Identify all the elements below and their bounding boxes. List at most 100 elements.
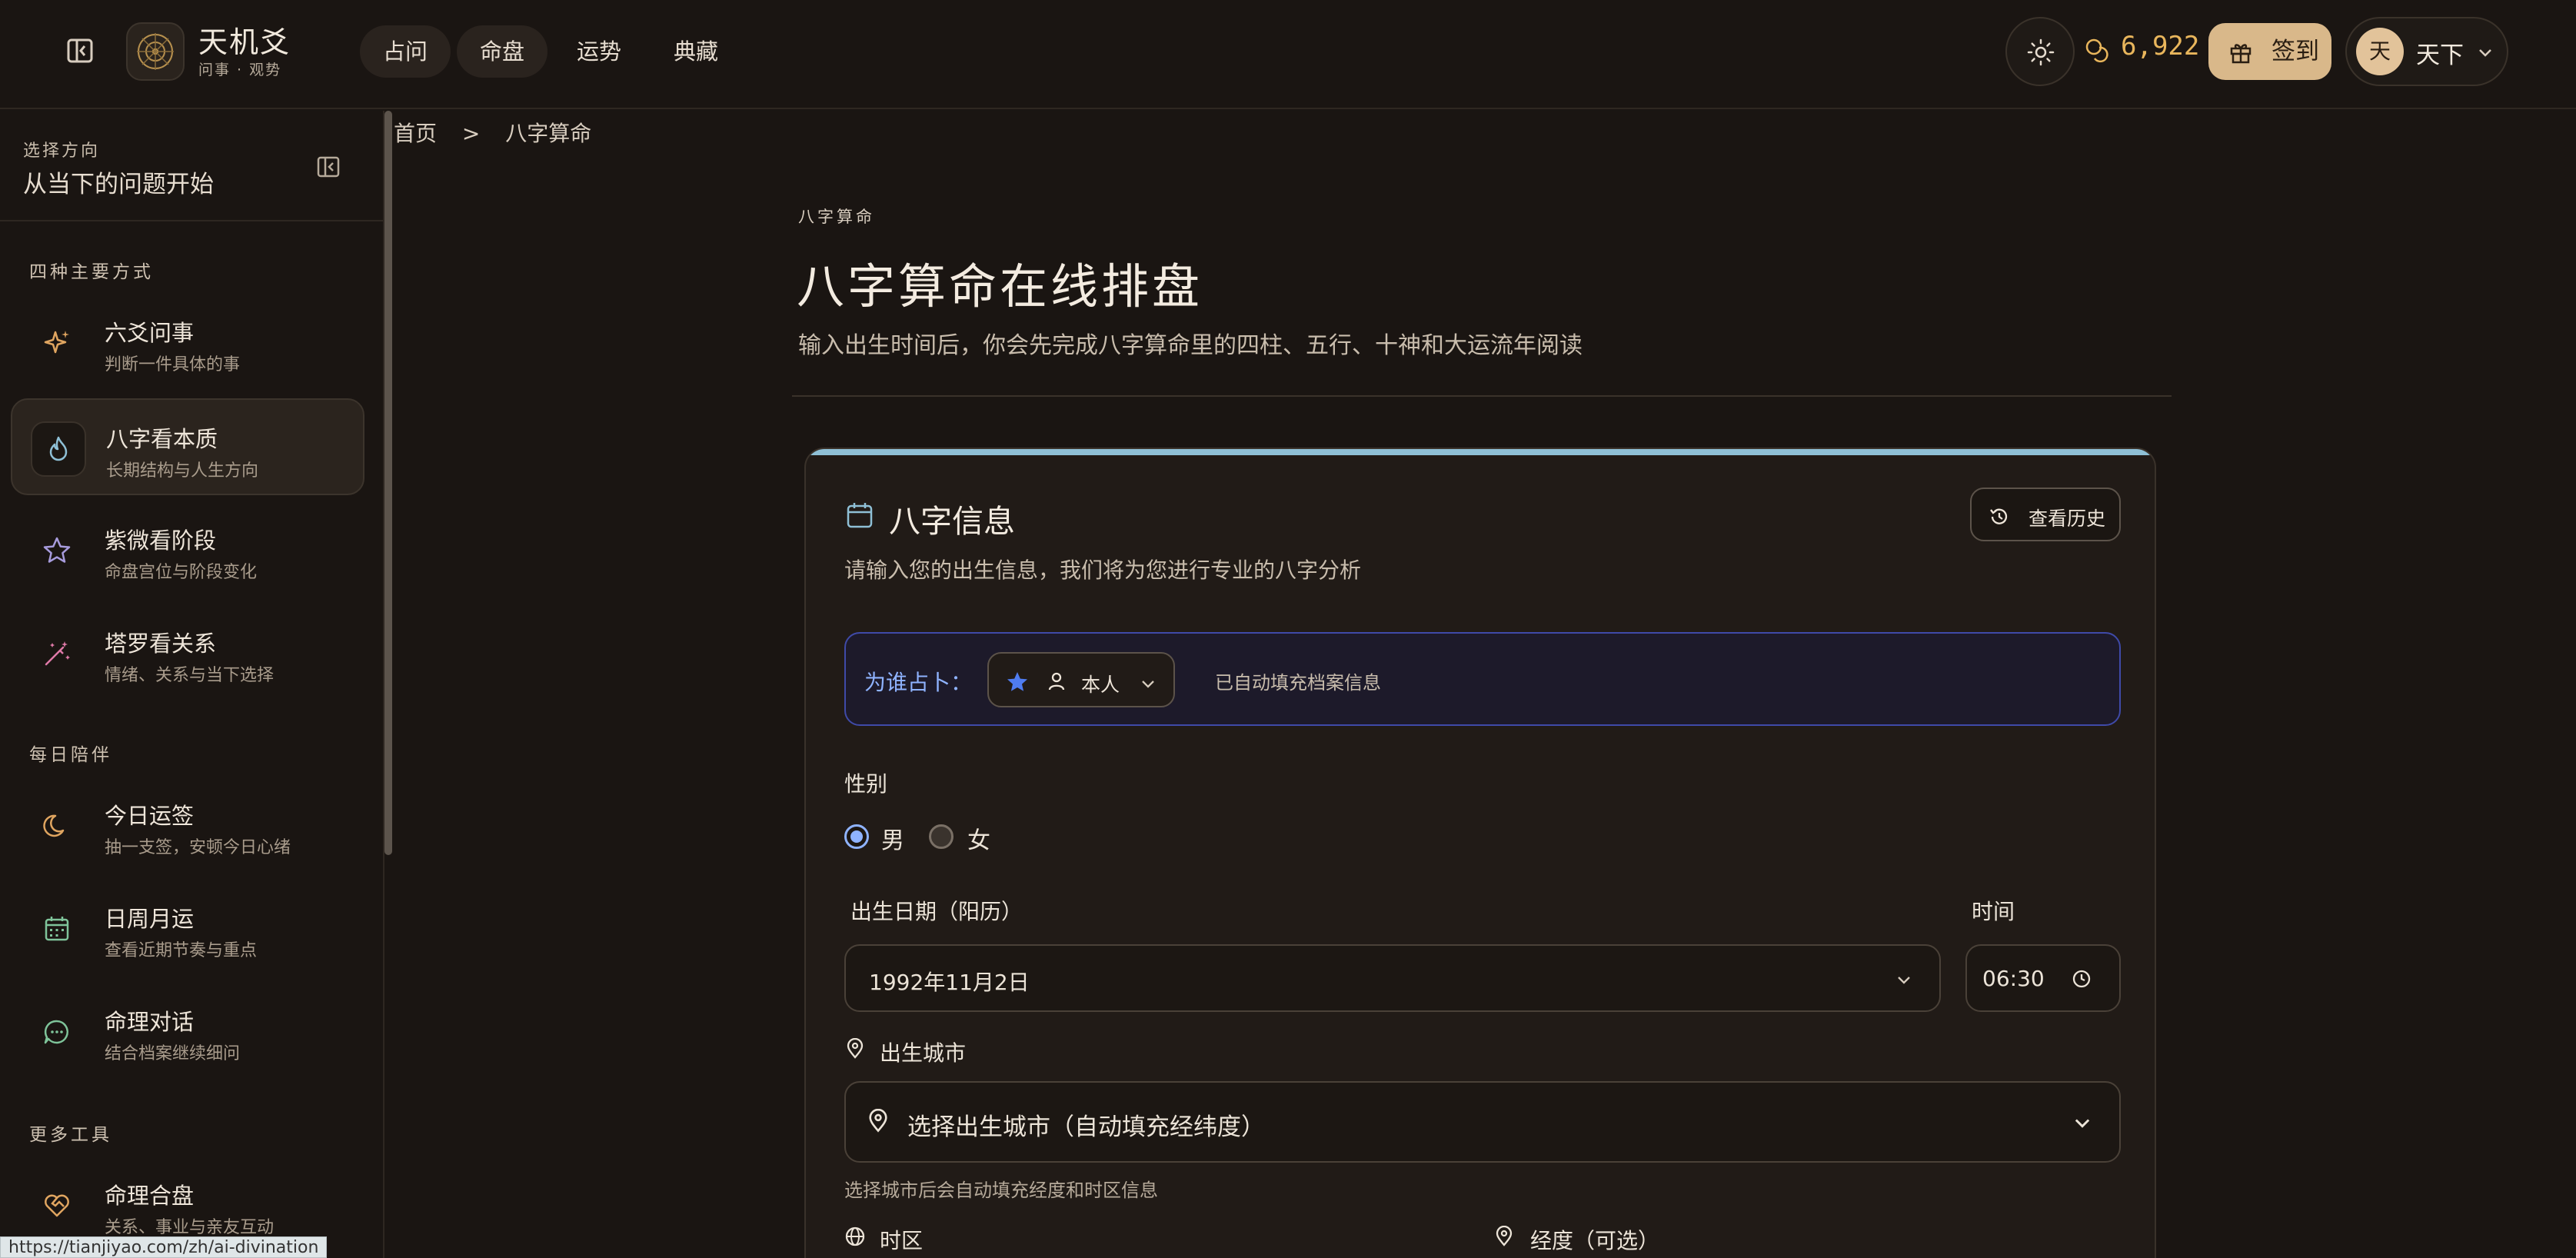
gender-male-label[interactable]: 男: [881, 821, 904, 855]
chevron-down-icon: [1142, 681, 1154, 688]
sidebar-item-subtitle: 情绪、关系与当下选择: [105, 666, 275, 685]
gender-male-radio[interactable]: [844, 824, 869, 849]
map-pin-icon: [869, 1109, 887, 1133]
birth-city-select[interactable]: 选择出生城市（自动填充经纬度）: [844, 1081, 2121, 1163]
clock-icon: [2072, 970, 2091, 988]
profile-select-value: 本人: [1081, 674, 1120, 696]
sparkle-icon: [44, 331, 69, 354]
main-nav: 占问 命盘 运势 典藏: [360, 25, 741, 78]
longitude-label: 经度（可选）: [1530, 1228, 1660, 1253]
sidebar-item-daily-fortune[interactable]: 今日运签 抽一支签，安顿今日心绪: [11, 777, 364, 874]
star-filled-icon: [1007, 672, 1027, 691]
sidebar-item-title: 命理合盘: [105, 1183, 195, 1209]
checkin-button[interactable]: 签到: [2208, 23, 2331, 80]
coin-balance: 6,922: [2121, 31, 2200, 62]
sidebar-section-more: 更多工具: [29, 1125, 112, 1145]
sidebar-item-chat[interactable]: 命理对话 结合档案继续细问: [11, 983, 364, 1080]
birth-city-placeholder: 选择出生城市（自动填充经纬度）: [907, 1113, 1265, 1141]
map-pin-icon: [1496, 1226, 1513, 1246]
status-bar-url: https://tianjiyao.com/zh/ai-divination: [0, 1236, 328, 1258]
avatar: 天: [2356, 28, 2404, 75]
sidebar-item-title: 紫微看阶段: [105, 527, 217, 554]
birth-city-hint: 选择城市后会自动填充经度和时区信息: [844, 1180, 1158, 1201]
checkin-label: 签到: [2271, 38, 2319, 65]
sidebar-item-title: 今日运签: [105, 803, 195, 829]
sidebar-item-subtitle: 长期结构与人生方向: [106, 461, 259, 481]
profile-select[interactable]: 本人: [987, 652, 1175, 707]
sidebar-collapse-icon[interactable]: [315, 154, 341, 180]
sidebar-item-title: 六爻问事: [105, 320, 195, 346]
nav-item-zhanwen[interactable]: 占问: [360, 25, 451, 78]
time-label: 时间: [1972, 899, 2015, 924]
card-description: 请输入您的出生信息，我们将为您进行专业的八字分析: [844, 557, 1362, 583]
sun-icon: [2027, 38, 2055, 66]
sidebar-item-period-fortune[interactable]: 日周月运 查看近期节奏与重点: [11, 880, 364, 977]
user-name: 天下: [2416, 42, 2464, 69]
birth-date-label: 出生日期（阳历）: [850, 899, 1023, 924]
sidebar-item-subtitle: 关系、事业与亲友互动: [105, 1218, 275, 1237]
sidebar-item-title: 命理对话: [105, 1009, 195, 1035]
birth-city-label: 出生城市: [880, 1040, 967, 1066]
sidebar: 选择方向 从当下的问题开始 四种主要方式 六爻问事 判断一件具体的事 八字看本质…: [0, 111, 384, 1258]
breadcrumb-current: 八字算命: [505, 121, 592, 146]
flame-icon: [49, 436, 68, 461]
moon-icon: [43, 814, 65, 837]
map-pin-icon: [847, 1038, 864, 1059]
app-logo[interactable]: [126, 22, 185, 81]
sidebar-item-bazi[interactable]: 八字看本质 长期结构与人生方向: [11, 398, 364, 495]
birth-time-input[interactable]: 06:30: [1965, 944, 2121, 1012]
sidebar-item-subtitle: 命盘宫位与阶段变化: [105, 563, 258, 582]
nav-item-diancang[interactable]: 典藏: [651, 25, 741, 78]
heart-handshake-icon: [45, 1194, 69, 1217]
page-description: 输入出生时间后，你会先完成八字算命里的四柱、五行、十神和大运流年阅读: [798, 332, 1583, 359]
history-icon: [1990, 508, 2008, 524]
user-menu-button[interactable]: 天 天下: [2345, 17, 2508, 86]
app-title: 天机爻: [198, 25, 291, 59]
top-bar: 天机爻 问事 · 观势 占问 命盘 运势 典藏 6,922 签到 天 天下: [0, 0, 2576, 109]
birth-time-value: 06:30: [1982, 966, 2045, 991]
sidebar-item-subtitle: 判断一件具体的事: [105, 355, 241, 374]
sidebar-item-title: 八字看本质: [106, 426, 218, 452]
calendar-icon: [45, 917, 69, 941]
page-kicker: 八字算命: [798, 208, 875, 226]
breadcrumb-home[interactable]: 首页: [394, 121, 437, 146]
sidebar-item-subtitle: 查看近期节奏与重点: [105, 941, 258, 960]
user-icon: [1048, 672, 1065, 691]
bazi-form-card: 八字信息 查看历史 请输入您的出生信息，我们将为您进行专业的八字分析 为谁占卜：…: [804, 448, 2156, 1258]
chevron-down-icon: [2479, 49, 2491, 57]
magic-wand-icon: [45, 641, 70, 666]
app-subtitle: 问事 · 观势: [198, 62, 282, 78]
nav-item-mingpan[interactable]: 命盘: [457, 25, 548, 78]
sidebar-item-tarot[interactable]: 塔罗看关系 情绪、关系与当下选择: [11, 604, 364, 701]
view-history-button[interactable]: 查看历史: [1970, 488, 2121, 541]
breadcrumb: 首页 > 八字算命: [394, 117, 610, 148]
gender-female-radio[interactable]: [929, 824, 954, 849]
coins-icon: [2085, 38, 2108, 63]
sidebar-item-title: 日周月运: [105, 906, 195, 932]
sidebar-kicker: 选择方向: [23, 141, 101, 161]
sidebar-item-subtitle: 抽一支签，安顿今日心绪: [105, 838, 291, 857]
sidebar-scrollbar[interactable]: [384, 111, 392, 855]
timezone-label: 时区: [880, 1228, 924, 1253]
sidebar-title: 从当下的问题开始: [23, 171, 214, 198]
compass-logo-icon: [137, 33, 174, 70]
card-title: 八字信息: [889, 503, 1015, 540]
nav-item-yunshi[interactable]: 运势: [554, 25, 644, 78]
globe-icon: [845, 1226, 865, 1246]
breadcrumb-separator: >: [461, 121, 481, 146]
gender-label: 性别: [844, 771, 888, 797]
sidebar-item-title: 塔罗看关系: [105, 631, 217, 657]
sidebar-item-liuyao[interactable]: 六爻问事 判断一件具体的事: [11, 294, 364, 391]
birth-date-select[interactable]: 1992年11月2日: [844, 944, 1941, 1012]
calendar-icon: [847, 503, 873, 528]
page-title: 八字算命在线排盘: [797, 258, 1203, 314]
birth-date-value: 1992年11月2日: [869, 970, 1030, 995]
gender-female-label[interactable]: 女: [967, 821, 990, 855]
divine-for-label: 为谁占卜：: [864, 670, 973, 695]
sidebar-item-ziwei[interactable]: 紫微看阶段 命盘宫位与阶段变化: [11, 501, 364, 598]
theme-toggle-button[interactable]: [2005, 17, 2075, 86]
chat-icon: [44, 1020, 68, 1044]
gift-icon: [2230, 44, 2252, 64]
sidebar-section-main: 四种主要方式: [29, 262, 154, 282]
sidebar-toggle-icon[interactable]: [65, 35, 95, 66]
